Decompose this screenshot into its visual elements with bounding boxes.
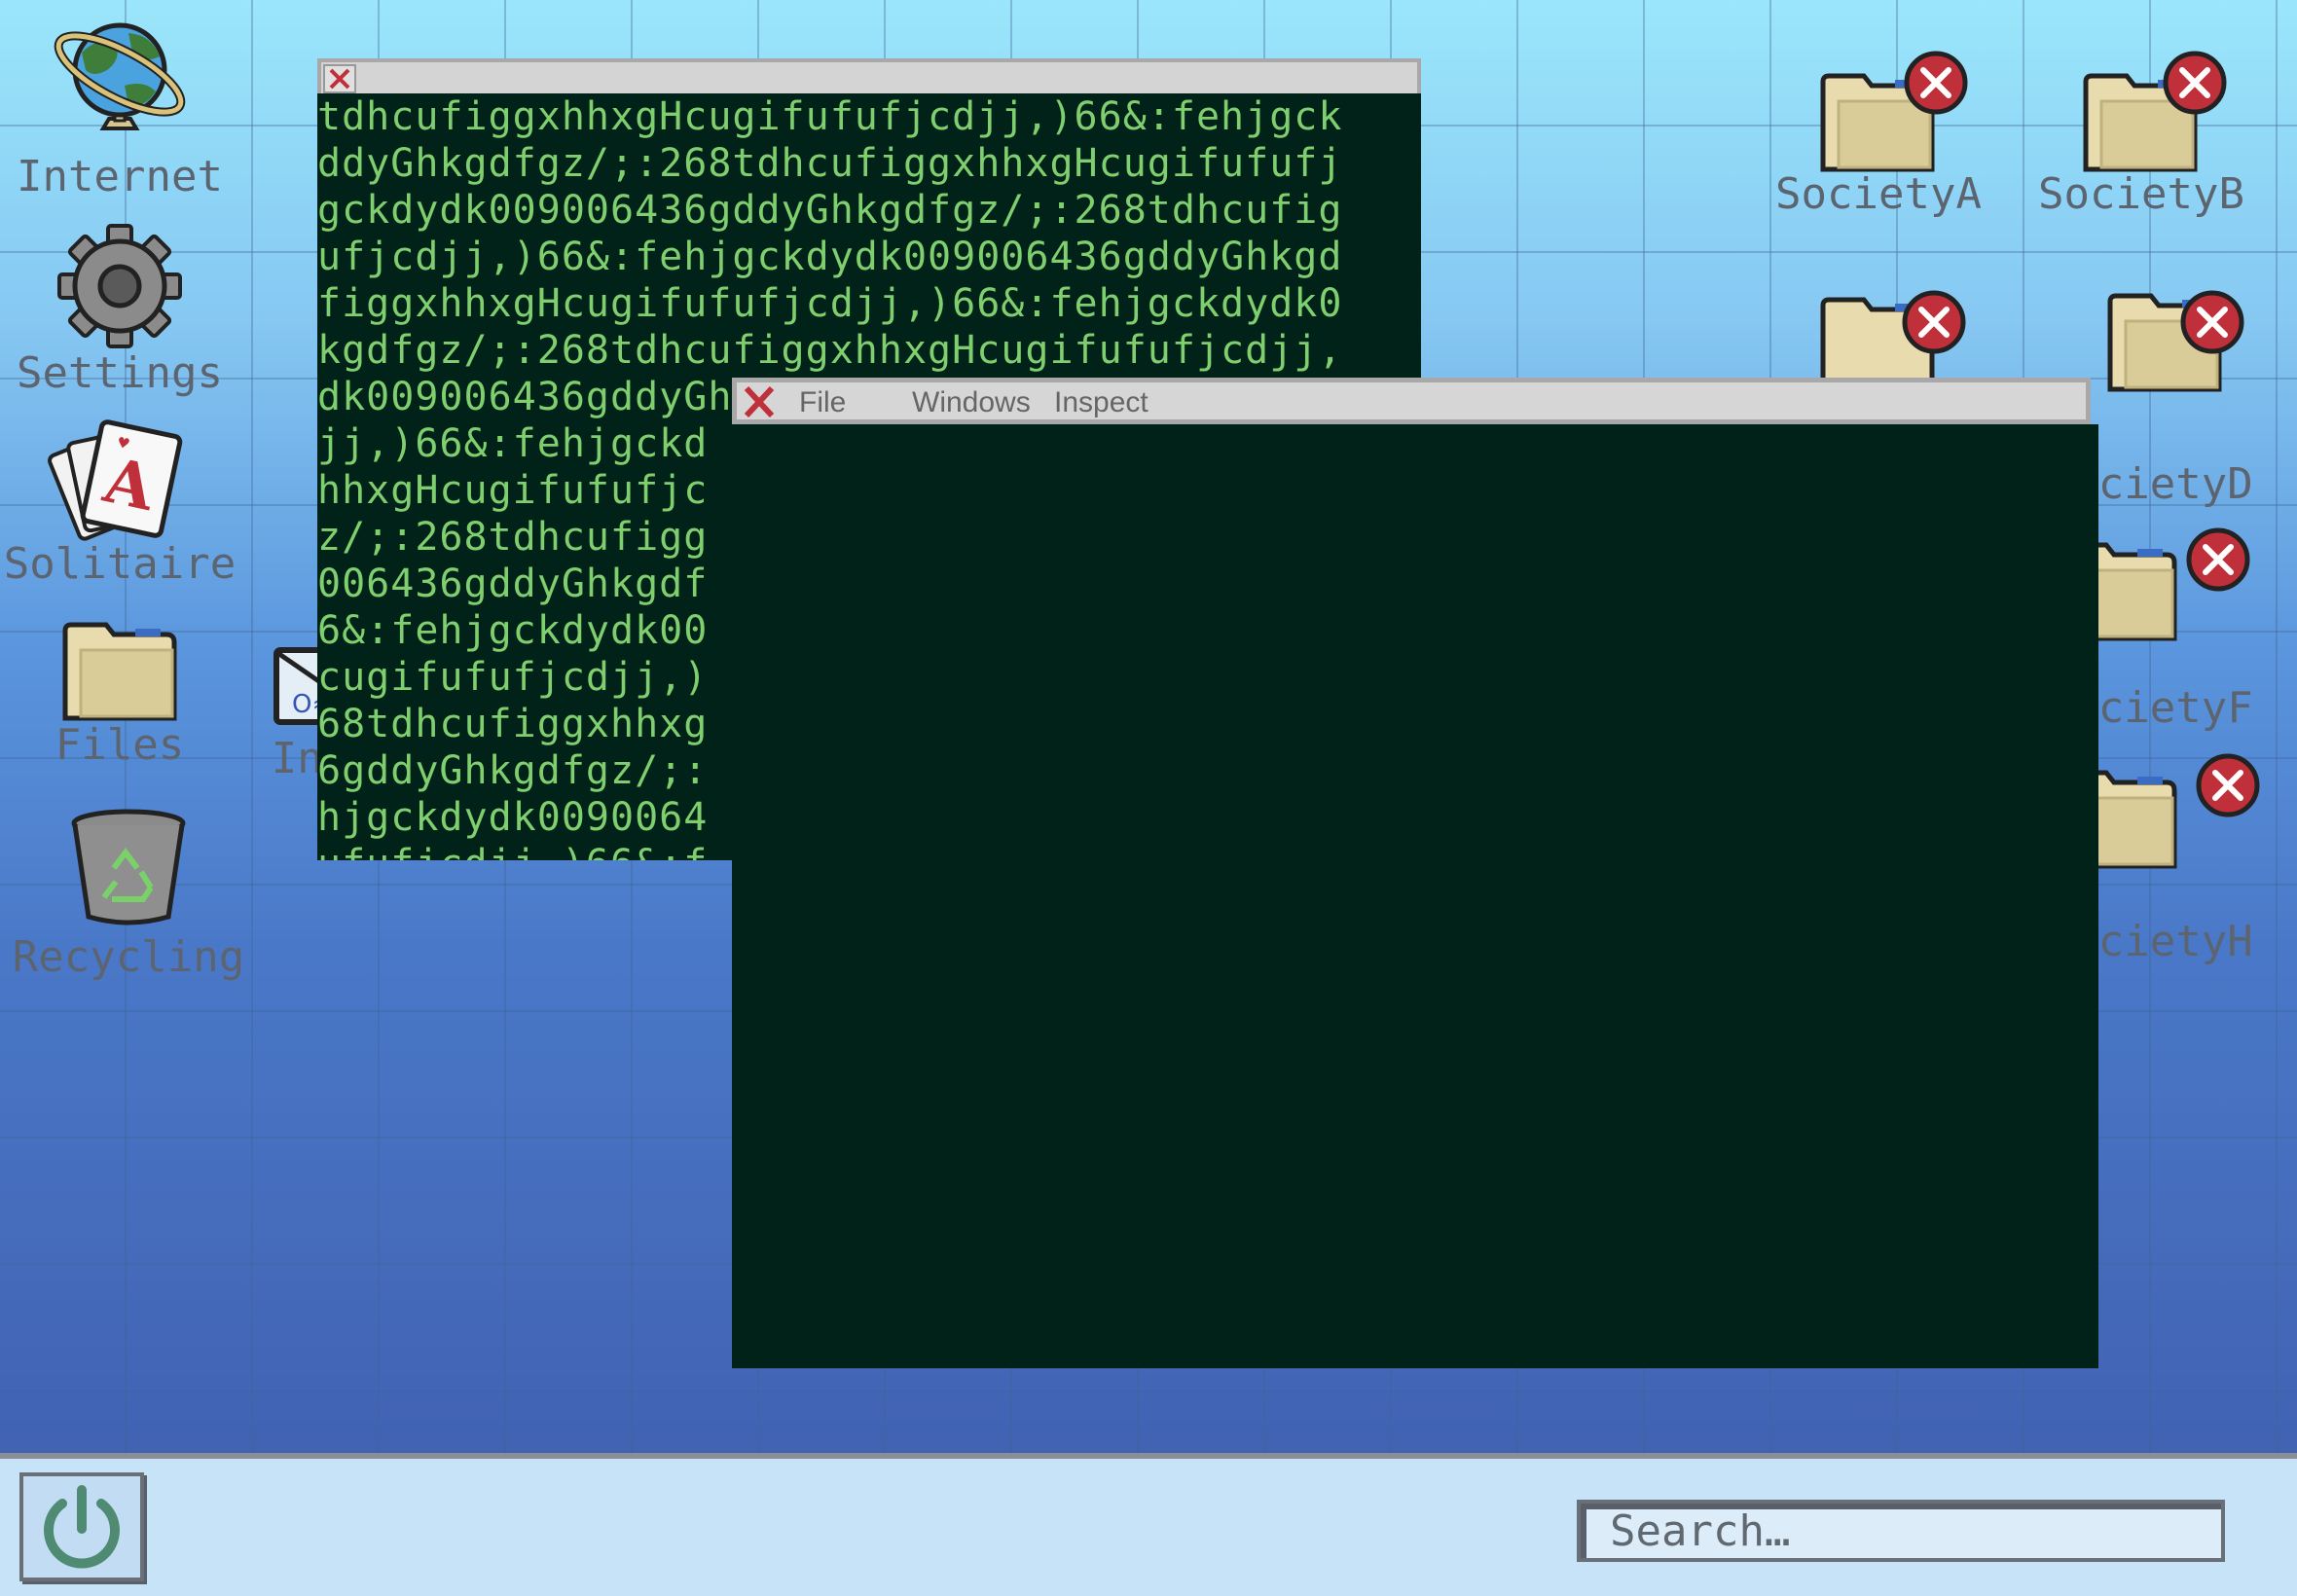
desktop: Internet Settings A ♥ Solitaire Files O≈… [0,0,2297,1453]
desktop-icon-label: Internet [17,152,223,201]
code-line: gckdydk009006436gddyGhkgdfgz/;:268tdhcuf… [317,188,1343,233]
menu-file[interactable]: File [799,386,846,419]
terminal-menubar: File Windows Inspect [732,378,2091,424]
close-icon[interactable] [2184,526,2252,594]
close-icon[interactable] [1902,49,1970,117]
globe-icon [54,22,186,130]
folder-label: ocietyF [2072,683,2253,733]
desktop-icon-files[interactable]: Files [47,617,193,770]
code-line: tdhcufiggxhhxgHcugifufufjcdjj,)66&:fehjg… [317,94,1343,139]
menu-inspect[interactable]: Inspect [1054,386,1148,419]
gear-icon [57,224,182,348]
desktop-icon-label: Files [55,720,185,770]
desktop-icon-settings[interactable]: Settings [17,222,223,398]
menu-windows[interactable]: Windows [912,386,1031,419]
folder-label: SocietyA [1775,169,1982,219]
code-line: ufjcdjj,)66&:fehjgckdydk009006436gddyGhk… [317,235,1343,279]
terminal-window[interactable]: File Windows Inspect [732,378,2098,1368]
terminal-body[interactable] [732,424,2098,1368]
desktop-icon-label: Settings [17,348,223,398]
folder-label: ocietyH [2072,917,2253,966]
folder-label: ocietyD [2072,459,2253,509]
close-icon[interactable] [1900,288,1968,356]
power-button[interactable] [19,1472,144,1581]
folder-label: SocietyB [2038,169,2244,219]
folder-society-b[interactable]: SocietyB [2038,51,2244,219]
taskbar [0,1453,2297,1596]
desktop-icon-internet[interactable]: Internet [17,14,223,201]
desktop-icon-label: Solitaire [3,539,237,589]
close-icon[interactable] [2161,49,2229,117]
desktop-icon-label: Recycling [12,932,245,982]
close-icon[interactable] [2194,751,2262,819]
folder-society-a[interactable]: SocietyA [1775,51,1982,219]
close-icon[interactable] [739,382,780,421]
search-input[interactable] [1577,1500,2225,1562]
desktop-icon-solitaire[interactable]: A ♥ Solitaire [4,417,236,589]
code-line: ddyGhkgdfgz/;:268tdhcufiggxhhxgHcugifufu… [317,141,1343,186]
desktop-icon-recycling[interactable]: Recycling [13,808,244,982]
folder-icon [62,622,177,721]
code-window-titlebar[interactable] [317,58,1421,97]
close-icon[interactable] [2178,288,2246,356]
playing-cards-icon: A ♥ [48,419,183,541]
code-line: kgdfgz/;:268tdhcufiggxhhxgHcugifufufjcdj… [317,328,1343,373]
close-icon[interactable] [323,64,356,93]
power-icon [44,1485,120,1569]
code-line: figgxhhxgHcugifufufjcdjj,)66&:fehjgckdyd… [317,281,1343,326]
recycle-bin-icon [71,809,186,925]
